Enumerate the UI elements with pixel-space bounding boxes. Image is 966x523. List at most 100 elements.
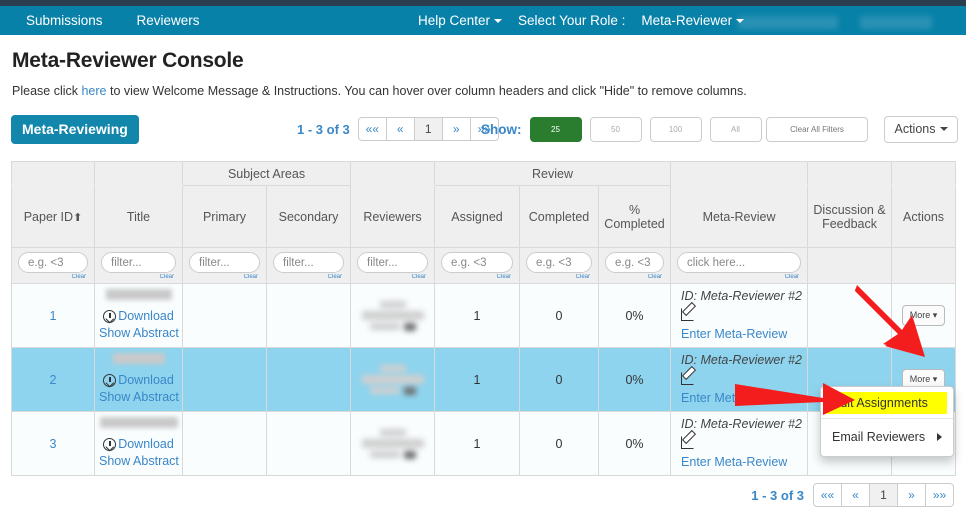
pager-prev-button[interactable]: « bbox=[385, 117, 415, 141]
enter-meta-review-link[interactable]: Enter Meta-Review bbox=[681, 455, 787, 469]
clear-filter-primary[interactable]: Clear bbox=[189, 274, 260, 280]
pager-next-button[interactable]: » bbox=[441, 117, 471, 141]
chevron-right-icon bbox=[937, 433, 942, 441]
show-abstract-link[interactable]: Show Abstract bbox=[99, 390, 179, 404]
pager-page-1-button[interactable]: 1 bbox=[413, 117, 443, 141]
column-header-percent-completed[interactable]: % Completed bbox=[598, 185, 672, 248]
table-row[interactable]: 2 Download Show Abstract 1 0 0% ID: Meta-Revie… bbox=[11, 347, 957, 412]
clear-filter-reviewers[interactable]: Clear bbox=[357, 274, 428, 280]
cell-reviewers bbox=[350, 347, 436, 412]
column-header-assigned[interactable]: Assigned bbox=[434, 185, 521, 248]
cell-secondary-subject-area bbox=[265, 283, 352, 348]
show-abstract-link[interactable]: Show Abstract bbox=[99, 326, 179, 340]
filter-input-paper-id[interactable] bbox=[18, 252, 88, 273]
menu-item-edit-assignments[interactable]: Edit Assignments bbox=[827, 392, 947, 414]
meta-reviewer-id: ID: Meta-Reviewer #2 bbox=[681, 353, 802, 367]
download-label: Download bbox=[118, 437, 174, 451]
page-size-50-button[interactable]: 50 bbox=[589, 116, 642, 142]
role-dropdown[interactable]: Meta-Reviewer bbox=[641, 13, 745, 28]
instructions-text: Please click here to view Welcome Messag… bbox=[12, 84, 966, 98]
bottom-pager-last-button[interactable]: »» bbox=[925, 483, 954, 507]
current-role-label: Meta-Reviewer bbox=[641, 13, 733, 28]
redacted-paper-title bbox=[112, 353, 165, 364]
cell-title: Download Show Abstract bbox=[94, 283, 183, 348]
column-header-meta-review[interactable]: Meta-Review bbox=[670, 185, 809, 248]
column-header-primary[interactable]: Primary bbox=[182, 185, 267, 248]
papers-table: Subject Areas Review Paper ID⬆ Title Pri… bbox=[11, 161, 957, 476]
top-pagination: 1 - 3 of 3 «« « 1 » »» bbox=[297, 117, 499, 141]
welcome-message-link[interactable]: here bbox=[81, 84, 106, 98]
bottom-pager-page-1-button[interactable]: 1 bbox=[869, 483, 898, 507]
page-size-25-button[interactable]: 25 bbox=[529, 116, 582, 142]
filter-input-assigned[interactable] bbox=[441, 252, 514, 273]
clear-filter-meta-review[interactable]: Clear bbox=[677, 274, 801, 280]
filter-cell-primary: Clear bbox=[182, 247, 267, 284]
bottom-pager-first-button[interactable]: «« bbox=[813, 483, 842, 507]
filter-input-completed[interactable] bbox=[526, 252, 593, 273]
show-abstract-link[interactable]: Show Abstract bbox=[99, 454, 179, 468]
clear-filter-title[interactable]: Clear bbox=[101, 274, 176, 280]
column-header-actions[interactable]: Actions bbox=[891, 185, 957, 248]
filter-input-primary[interactable] bbox=[189, 252, 260, 273]
paper-id-value: 3 bbox=[49, 436, 57, 451]
filter-input-title[interactable] bbox=[101, 252, 176, 273]
enter-meta-review-link[interactable]: Enter Meta-Review bbox=[681, 391, 787, 405]
bottom-range-text: 1 - 3 of 3 bbox=[751, 487, 804, 503]
bottom-pager-prev-button[interactable]: « bbox=[841, 483, 870, 507]
nav-submissions[interactable]: Submissions bbox=[26, 13, 103, 28]
download-link[interactable]: Download bbox=[99, 308, 178, 325]
nav-help-center[interactable]: Help Center bbox=[418, 13, 503, 28]
column-header-row: Paper ID⬆ Title Primary Secondary Review… bbox=[11, 185, 957, 248]
download-link[interactable]: Download bbox=[99, 372, 178, 389]
edit-pencil-icon bbox=[681, 436, 695, 449]
redacted-paper-title bbox=[105, 289, 172, 300]
filter-cell-secondary: Clear bbox=[265, 247, 352, 284]
table-toolbar: Meta-Reviewing 1 - 3 of 3 «« « 1 » »» Sh… bbox=[0, 112, 966, 146]
clear-filter-paper-id[interactable]: Clear bbox=[18, 274, 88, 280]
bottom-pager-next-button[interactable]: » bbox=[897, 483, 926, 507]
filter-input-percent-completed[interactable] bbox=[605, 252, 665, 273]
paper-id-label: Paper ID bbox=[23, 209, 74, 224]
more-button[interactable]: More ▾ bbox=[901, 305, 946, 326]
filter-input-reviewers[interactable] bbox=[357, 252, 429, 273]
edit-assignments-label: Edit Assignments bbox=[832, 396, 928, 410]
enter-meta-review-link[interactable]: Enter Meta-Review bbox=[681, 327, 787, 341]
column-header-discussion-feedback[interactable]: Discussion & Feedback bbox=[807, 185, 893, 248]
clear-filter-completed[interactable]: Clear bbox=[526, 274, 592, 280]
page-size-all-button[interactable]: All bbox=[709, 116, 762, 142]
cell-paper-id: 3 bbox=[11, 411, 95, 476]
filter-input-meta-review[interactable] bbox=[677, 252, 802, 273]
column-header-reviewers[interactable]: Reviewers bbox=[350, 185, 436, 248]
clear-filter-secondary[interactable]: Clear bbox=[273, 274, 344, 280]
sort-ascending-icon: ⬆ bbox=[73, 211, 83, 224]
actions-button[interactable]: Actions bbox=[884, 115, 958, 143]
tab-meta-reviewing[interactable]: Meta-Reviewing bbox=[11, 114, 139, 144]
clear-all-filters-button[interactable]: Clear All Filters bbox=[766, 116, 868, 142]
column-header-completed[interactable]: Completed bbox=[519, 185, 600, 248]
menu-item-email-reviewers[interactable]: Email Reviewers bbox=[821, 423, 953, 451]
download-icon bbox=[103, 374, 117, 387]
column-header-paper-id[interactable]: Paper ID⬆ bbox=[11, 185, 95, 248]
group-header-review: Review bbox=[434, 161, 672, 186]
page-size-100-button[interactable]: 100 bbox=[649, 116, 702, 142]
clear-filter-assigned[interactable]: Clear bbox=[441, 274, 513, 280]
table-row[interactable]: 3 Download Show Abstract 1 0 0% ID: Meta-Revie… bbox=[11, 411, 957, 476]
cell-completed: 0 bbox=[519, 411, 600, 476]
download-link[interactable]: Download bbox=[99, 436, 178, 453]
filter-input-secondary[interactable] bbox=[273, 252, 345, 273]
download-label: Download bbox=[118, 373, 174, 387]
clear-filter-percent-completed[interactable]: Clear bbox=[605, 274, 664, 280]
cell-percent-completed: 0% bbox=[598, 283, 672, 348]
nav-reviewers[interactable]: Reviewers bbox=[137, 13, 200, 28]
column-header-secondary[interactable]: Secondary bbox=[265, 185, 352, 248]
pager-first-button[interactable]: «« bbox=[357, 117, 387, 141]
chevron-down-icon bbox=[939, 127, 948, 131]
bottom-pager-group: «« « 1 » »» bbox=[813, 483, 954, 507]
cell-completed: 0 bbox=[519, 283, 600, 348]
cell-title: Download Show Abstract bbox=[94, 411, 183, 476]
filter-cell-percent-completed: Clear bbox=[598, 247, 672, 284]
table-row[interactable]: 1 Download Show Abstract 1 0 0% ID: Meta-Revie… bbox=[11, 283, 957, 348]
column-header-title[interactable]: Title bbox=[94, 185, 183, 248]
top-pager-group: «« « 1 » »» bbox=[357, 117, 499, 141]
table-body: 1 Download Show Abstract 1 0 0% ID: Meta-Revie… bbox=[11, 283, 957, 476]
